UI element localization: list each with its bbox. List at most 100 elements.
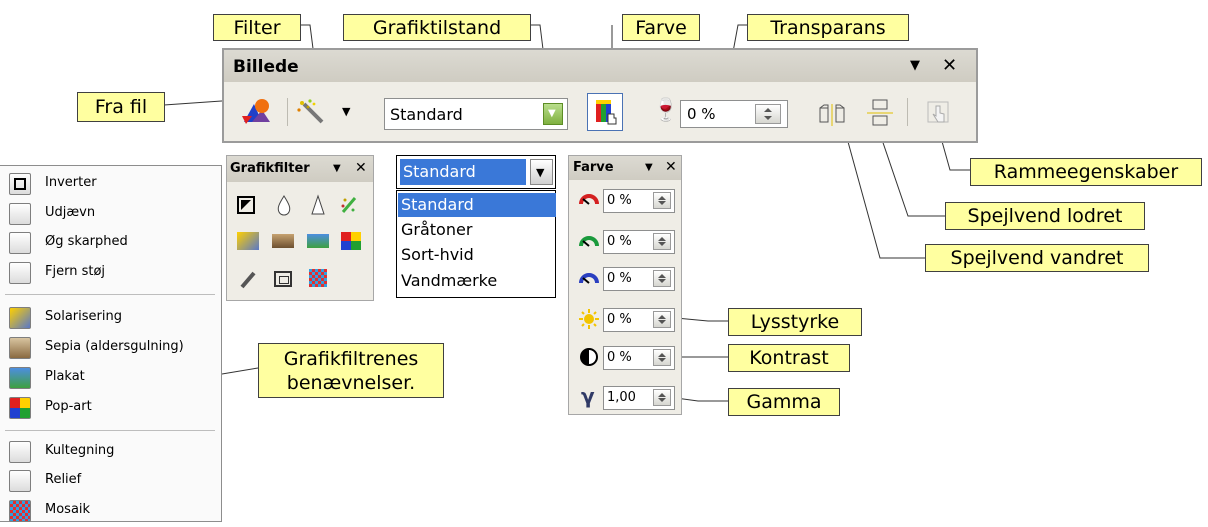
graphic-filter-close-button[interactable]: ✕ (355, 160, 367, 176)
gamma-field[interactable]: 1,00 (603, 386, 675, 410)
invert-icon (9, 173, 31, 195)
green-gauge-icon (579, 236, 599, 247)
menu-item-pop-art[interactable]: Pop-art (0, 394, 212, 424)
insert-image-icon (242, 99, 270, 124)
invert-icon[interactable] (237, 196, 255, 214)
callout-farve: Farve (622, 14, 700, 41)
flip-vertical-icon (867, 99, 893, 126)
menu-item-charcoal[interactable]: Kultegning (0, 438, 212, 468)
graphic-filter-panel: Grafikfilter ▼ ✕ (226, 155, 374, 301)
filter-menu: Inverter Udjævn Øg skarphed Fjern støj S… (0, 165, 222, 522)
graphics-mode-select[interactable]: Standard ▼ (384, 98, 568, 130)
menu-item-invert[interactable]: Inverter (0, 170, 212, 200)
red-gauge-icon (579, 194, 599, 205)
menu-item-label: Kultegning (45, 443, 115, 458)
toolbar-close-button[interactable]: ✕ (942, 55, 957, 76)
flip-vertical-button[interactable] (865, 98, 893, 128)
filter-button[interactable]: ▼ (296, 98, 356, 128)
relief-icon (9, 470, 31, 492)
menu-item-sepia[interactable]: Sepia (aldersgulning) (0, 334, 212, 364)
brightness-spin-button[interactable] (653, 311, 671, 328)
mosaic-icon (9, 500, 31, 522)
menu-item-label: Plakat (45, 369, 85, 384)
transparency-spin-button[interactable] (755, 104, 781, 124)
callout-rammeegenskaber: Rammeegenskaber (970, 158, 1202, 186)
graphics-mode-option[interactable]: Vandmærke (398, 269, 556, 293)
transparency-icon: 🍷 (652, 98, 680, 123)
graphics-mode-dropdown-button[interactable]: ▼ (543, 103, 563, 125)
solarize-icon[interactable] (237, 232, 259, 250)
menu-item-solarize[interactable]: Solarisering (0, 304, 212, 334)
remove-noise-icon[interactable] (339, 194, 359, 216)
green-value: 0 % (607, 234, 632, 249)
from-file-button[interactable] (240, 96, 274, 126)
menu-item-poster[interactable]: Plakat (0, 364, 212, 394)
frame-properties-button[interactable] (924, 98, 952, 126)
red-spin-button[interactable] (653, 192, 671, 209)
sepia-icon[interactable] (272, 234, 294, 248)
toolbar-titlebar: Billede ▼ ✕ (224, 50, 976, 82)
menu-item-relief[interactable]: Relief (0, 467, 212, 497)
callout-gamma-text: Gamma (746, 391, 822, 413)
contrast-spin-button[interactable] (653, 349, 671, 366)
blue-spin-button[interactable] (653, 270, 671, 287)
menu-item-label: Fjern støj (45, 264, 106, 279)
gamma-spin-button[interactable] (653, 389, 671, 406)
toolbar-menu-arrow[interactable]: ▼ (910, 58, 920, 73)
menu-item-sharpen[interactable]: Øg skarphed (0, 229, 212, 259)
charcoal-icon[interactable] (239, 270, 259, 290)
filter-dropdown-arrow-icon[interactable]: ▼ (342, 105, 350, 118)
relief-icon[interactable] (274, 271, 292, 287)
graphics-mode-popup-combo[interactable]: Standard ▼ (396, 155, 556, 189)
callout-grafikfiltrenes: Grafikfiltrenes benævnelser. (258, 343, 444, 398)
chevron-down-icon: ▼ (548, 108, 556, 119)
blue-field[interactable]: 0 % (603, 267, 675, 291)
graphic-filter-menu-arrow[interactable]: ▼ (333, 163, 341, 174)
brightness-field[interactable]: 0 % (603, 308, 675, 332)
transparency-field[interactable]: 0 % (680, 100, 788, 128)
red-field[interactable]: 0 % (603, 189, 675, 213)
graphics-mode-popup-arrow-button[interactable]: ▼ (530, 159, 553, 185)
menu-item-smooth[interactable]: Udjævn (0, 200, 212, 230)
green-field[interactable]: 0 % (603, 230, 675, 254)
graphics-mode-option[interactable]: Sort-hvid (398, 243, 556, 267)
transparency-value: 0 % (687, 105, 716, 123)
menu-item-label: Pop-art (45, 399, 92, 414)
color-panel-menu-arrow[interactable]: ▼ (645, 162, 653, 173)
contrast-field[interactable]: 0 % (603, 346, 675, 370)
color-button[interactable] (587, 93, 623, 131)
poster-icon[interactable] (307, 234, 329, 248)
callout-kontrast: Kontrast (728, 344, 850, 372)
callout-transparans-text: Transparans (770, 17, 886, 39)
magic-wand-icon (297, 99, 324, 124)
poster-icon (9, 367, 31, 389)
menu-item-remove-noise[interactable]: Fjern støj (0, 259, 212, 289)
brightness-icon (579, 309, 599, 329)
frame-properties-icon (927, 101, 949, 123)
callout-spejlvend-lodret: Spejlvend lodret (945, 202, 1145, 230)
callout-kontrast-text: Kontrast (749, 347, 829, 369)
menu-item-label: Solarisering (45, 309, 122, 324)
sharpen-icon (9, 232, 31, 254)
flip-horizontal-button[interactable] (817, 102, 847, 126)
callout-rammeegenskaber-text: Rammeegenskaber (993, 161, 1179, 183)
green-spin-button[interactable] (653, 233, 671, 250)
sharpen-icon[interactable] (309, 194, 327, 216)
toolbar-separator (287, 98, 288, 126)
graphics-mode-value: Standard (390, 105, 463, 124)
pop-art-icon[interactable] (341, 232, 361, 250)
graphics-mode-option[interactable]: Standard (398, 193, 556, 217)
smooth-icon[interactable] (275, 194, 293, 216)
mosaic-icon[interactable] (309, 269, 327, 287)
callout-grafiktilstand-text: Grafiktilstand (372, 17, 502, 39)
callout-transparans: Transparans (747, 14, 909, 41)
toolbar-separator (907, 98, 908, 126)
solarize-icon (9, 307, 31, 329)
toolbar-title: Billede (233, 57, 299, 77)
graphics-mode-option[interactable]: Gråtoner (398, 218, 556, 242)
color-panel: Farve ▼ ✕ 0 % 0 % 0 % 0 % 0 % γ 1,00 (568, 155, 682, 415)
menu-item-mosaic[interactable]: Mosaik (0, 497, 212, 527)
color-panel-close-button[interactable]: ✕ (665, 159, 677, 175)
menu-item-label: Relief (45, 472, 82, 487)
image-toolbar: Billede ▼ ✕ ▼ Standard ▼ 🍷 0 % (222, 48, 978, 143)
